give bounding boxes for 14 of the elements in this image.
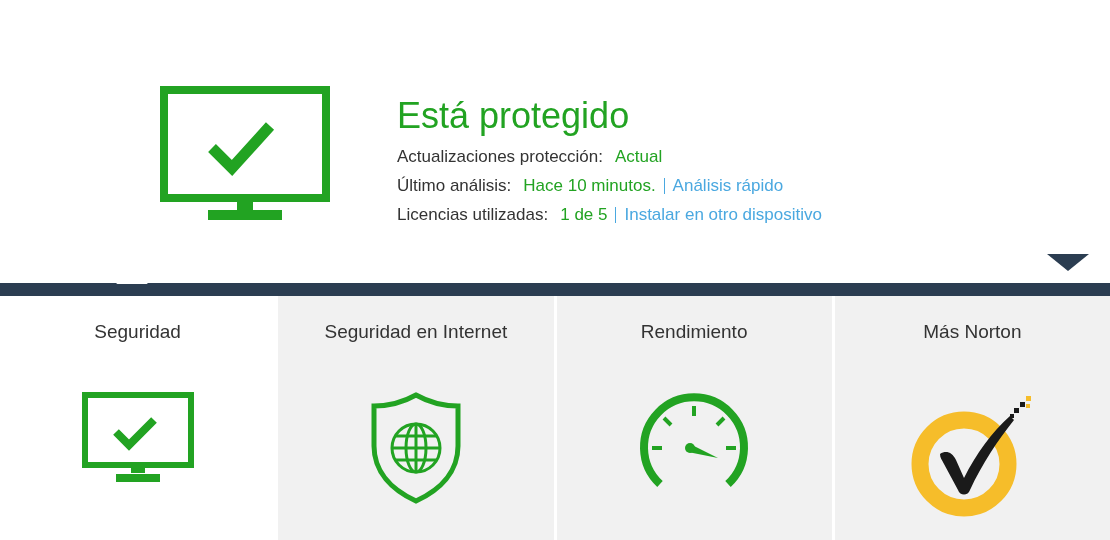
tab[interactable]: Rendimiento — [556, 296, 832, 540]
monitor-check-icon — [160, 86, 330, 222]
status-title: Está protegido — [397, 94, 631, 138]
status-value: 1 de 5 — [560, 204, 608, 226]
monitor-check-icon — [81, 392, 194, 484]
tab[interactable]: Seguridad en Internet — [278, 296, 554, 540]
status-value: Actual — [615, 146, 663, 168]
expand-arrow-icon[interactable] — [1047, 254, 1089, 271]
status-label: Licencias utilizadas: — [397, 204, 549, 226]
tab[interactable]: Más Norton — [834, 296, 1110, 540]
status-label: Actualizaciones protección: — [397, 146, 603, 168]
status-label: Último análisis: — [397, 175, 512, 197]
shield-globe-icon — [369, 392, 462, 504]
status-value: Hace 10 minutos. — [523, 175, 656, 197]
